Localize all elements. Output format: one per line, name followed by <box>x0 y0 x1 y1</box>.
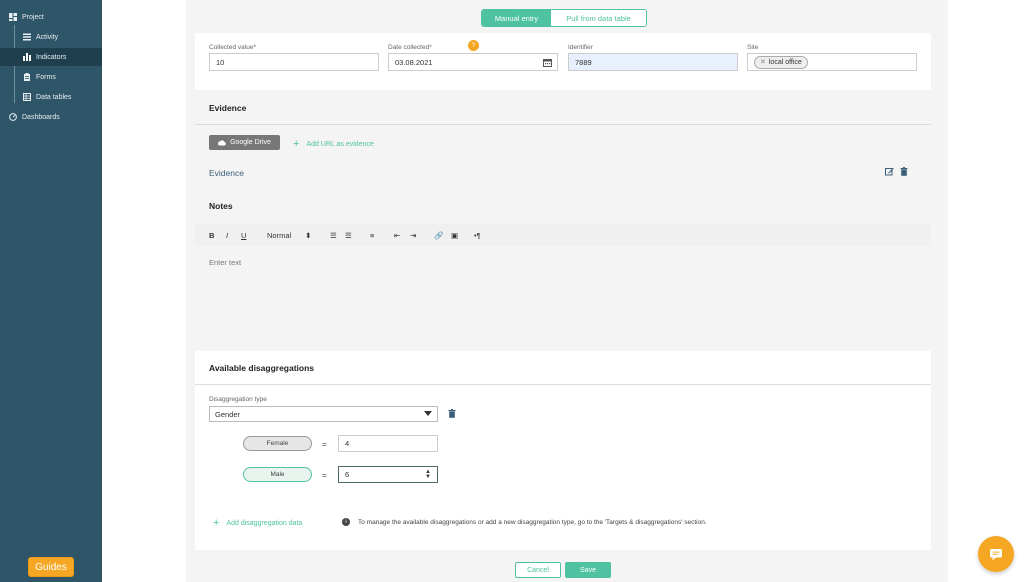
sidebar-item-forms[interactable]: Forms <box>0 68 102 86</box>
grid-icon <box>9 13 17 21</box>
male-value-input[interactable]: 6 ▲ ▼ <box>338 466 438 483</box>
bold-button[interactable]: B <box>209 231 214 240</box>
underline-button[interactable]: U <box>241 231 246 240</box>
bullet-list-icon[interactable]: ☰ <box>345 231 352 240</box>
indent-icon[interactable]: ⇥ <box>410 231 416 240</box>
disaggregation-label-male: Male <box>243 467 312 482</box>
collected-value-input[interactable]: 10 <box>209 53 379 71</box>
notes-placeholder: Enter text <box>209 258 242 267</box>
divider <box>195 384 931 385</box>
edit-icon[interactable] <box>885 167 894 176</box>
table-icon <box>23 93 31 101</box>
outdent-icon[interactable]: ⇤ <box>394 231 400 240</box>
rich-text-toolbar: B I U Normal ⬍ ☰ ☰ ≡ ⇤ ⇥ 🔗 ▣ •¶ <box>195 224 931 246</box>
site-select[interactable]: ✕ local office <box>747 53 917 71</box>
date-value: 03.08.2021 <box>395 57 433 67</box>
collected-value-label: Collected value* <box>209 44 256 51</box>
add-disaggregation-label: Add disaggregation data <box>226 519 303 527</box>
disaggregation-label-female: Female <box>243 436 312 451</box>
format-select[interactable]: Normal ⬍ <box>267 231 311 240</box>
cancel-button[interactable]: Cancel <box>515 562 561 578</box>
gauge-icon <box>9 113 17 121</box>
sidebar-item-activity[interactable]: Activity <box>0 28 102 46</box>
disaggregation-info: i To manage the available disaggregation… <box>342 518 707 526</box>
image-icon[interactable]: ▣ <box>451 231 458 240</box>
link-icon[interactable]: 🔗 <box>434 231 443 240</box>
disaggregation-type-value: Gender <box>215 409 241 419</box>
disaggregation-type-select[interactable]: Gender <box>209 406 438 422</box>
help-icon[interactable]: ? <box>468 40 479 51</box>
sidebar: Project Activity Indicators Forms Data t… <box>0 0 102 582</box>
pull-from-data-table-tab[interactable]: Pull from data table <box>551 10 646 26</box>
plus-icon: + <box>293 138 300 150</box>
sidebar-item-label: Forms <box>36 73 56 81</box>
evidence-item[interactable]: Evidence <box>209 168 244 178</box>
identifier-input[interactable]: 7889 <box>568 53 738 71</box>
site-chip[interactable]: ✕ local office <box>754 55 808 69</box>
identifier-label: Identifier <box>568 44 593 51</box>
sidebar-item-label: Activity <box>36 33 59 41</box>
disaggregations-title: Available disaggregations <box>209 363 315 373</box>
add-disaggregation-link[interactable]: + Add disaggregation data <box>213 517 302 529</box>
clipboard-icon <box>24 73 30 81</box>
italic-button[interactable]: I <box>226 231 228 240</box>
trash-icon[interactable] <box>900 167 908 176</box>
text-direction-icon[interactable]: •¶ <box>474 231 481 240</box>
site-chip-label: local office <box>768 58 802 66</box>
male-value: 6 <box>345 470 350 479</box>
add-url-evidence-link[interactable]: + Add URL as evidence <box>293 138 374 150</box>
calendar-icon[interactable] <box>543 58 552 67</box>
evidence-title: Evidence <box>209 103 247 113</box>
select-arrows-icon: ⬍ <box>305 231 312 240</box>
plus-icon: + <box>213 517 220 529</box>
info-text: To manage the available disaggregations … <box>358 518 707 526</box>
save-button[interactable]: Save <box>565 562 611 578</box>
date-collected-input[interactable]: 03.08.2021 <box>388 53 558 71</box>
divider <box>195 124 931 125</box>
left-gutter <box>102 0 186 582</box>
format-select-value: Normal <box>267 231 292 240</box>
date-collected-label: Date collected* <box>388 44 432 51</box>
chat-widget-button[interactable] <box>978 536 1014 572</box>
google-drive-label: Google Drive <box>230 139 271 146</box>
notes-title: Notes <box>209 201 233 211</box>
site-label: Site <box>747 44 759 51</box>
trash-icon[interactable] <box>448 409 456 418</box>
disaggregation-type-label: Disaggregation type <box>209 396 267 403</box>
manual-entry-tab[interactable]: Manual entry <box>482 10 551 26</box>
right-gutter <box>948 0 1024 582</box>
ordered-list-icon[interactable]: ☰ <box>330 231 337 240</box>
bar-chart-icon <box>23 53 31 61</box>
chat-icon <box>990 548 1002 560</box>
sidebar-item-data-tables[interactable]: Data tables <box>0 88 102 106</box>
notes-editor[interactable] <box>195 246 931 350</box>
sidebar-item-project[interactable]: Project <box>0 8 102 26</box>
equals-sign: = <box>322 471 327 480</box>
sidebar-item-label: Dashboards <box>22 113 60 121</box>
female-value-input[interactable]: 4 <box>338 435 438 452</box>
google-drive-button[interactable]: Google Drive <box>209 135 280 150</box>
sidebar-item-label: Data tables <box>36 93 72 101</box>
sidebar-item-dashboards[interactable]: Dashboards <box>0 108 102 126</box>
sidebar-item-label: Indicators <box>36 53 67 61</box>
cloud-icon <box>218 140 226 146</box>
add-url-label: Add URL as evidence <box>306 140 374 148</box>
guides-button[interactable]: Guides <box>28 557 74 577</box>
sidebar-item-label: Project <box>22 13 44 21</box>
align-icon[interactable]: ≡ <box>370 231 374 240</box>
list-icon <box>23 33 31 41</box>
info-icon: i <box>342 518 350 526</box>
entry-mode-toggle: Manual entry Pull from data table <box>481 9 647 27</box>
sidebar-item-indicators[interactable]: Indicators <box>0 48 102 66</box>
remove-chip-icon[interactable]: ✕ <box>760 58 766 66</box>
stepper-icon[interactable]: ▲ ▼ <box>425 469 431 480</box>
chevron-down-icon <box>424 411 432 416</box>
equals-sign: = <box>322 440 327 449</box>
